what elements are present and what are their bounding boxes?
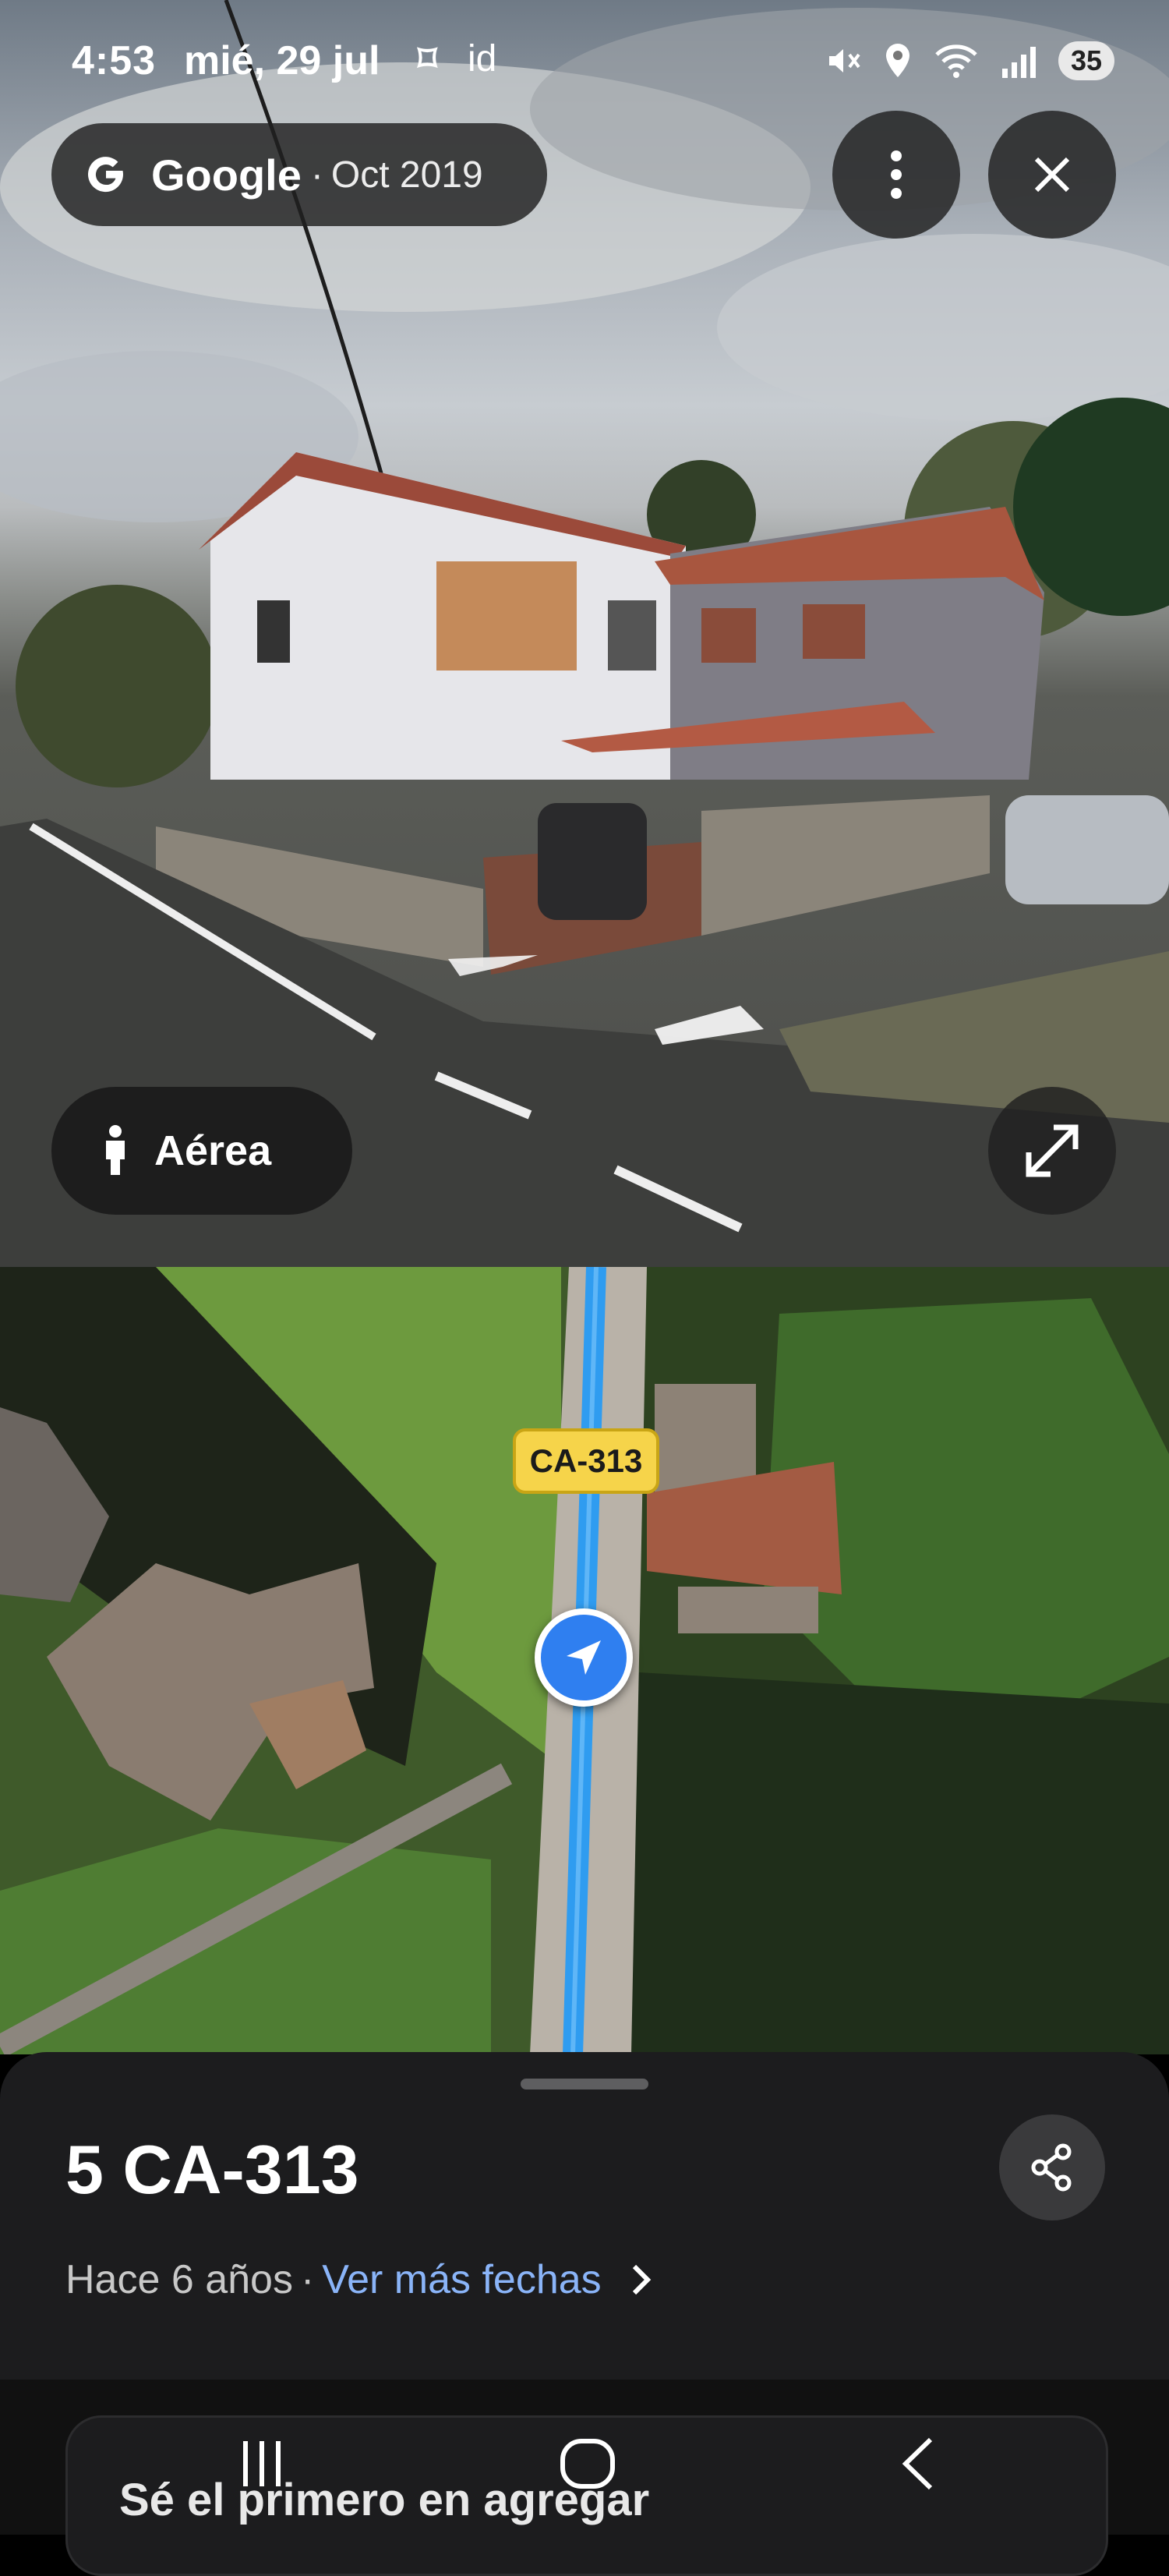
status-time: 4:53 — [72, 38, 157, 83]
back-icon — [902, 2437, 933, 2490]
imagery-brand: Google — [151, 150, 302, 200]
drag-handle[interactable] — [521, 2079, 648, 2089]
mute-icon — [828, 49, 860, 73]
expand-button[interactable] — [988, 1087, 1116, 1215]
more-dates-link[interactable]: Ver más fechas — [322, 2256, 601, 2303]
imagery-date: Oct 2019 — [330, 154, 483, 196]
wifi-icon — [935, 44, 977, 78]
status-extra: id — [468, 38, 497, 80]
place-bottom-sheet[interactable]: 5 CA-313 Hace 6 años · Ver más fechas — [0, 2052, 1169, 2380]
aerial-label: Aérea — [154, 1127, 272, 1174]
imagery-age: Hace 6 años — [65, 2257, 293, 2302]
home-icon — [560, 2439, 615, 2489]
more-options-button[interactable] — [832, 111, 960, 239]
current-location-marker[interactable] — [535, 1608, 633, 1707]
status-bar: 4:53 mié, 29 jul ⌑ id 35 — [0, 23, 1169, 101]
recents-button[interactable] — [215, 2425, 309, 2503]
share-button[interactable] — [999, 2114, 1105, 2220]
home-button[interactable] — [541, 2425, 634, 2503]
signal-icon — [1001, 47, 1036, 78]
back-button[interactable] — [871, 2425, 965, 2503]
status-date: mié, 29 jul — [184, 38, 380, 83]
battery-level: 35 — [1058, 41, 1114, 80]
google-g-icon — [88, 157, 123, 193]
place-title: 5 CA-313 — [65, 2131, 359, 2208]
chevron-right-icon[interactable] — [631, 2263, 652, 2296]
close-icon — [1034, 157, 1070, 193]
imagery-separator: · — [310, 154, 323, 196]
more-vert-icon — [891, 150, 902, 199]
expand-icon — [1026, 1124, 1079, 1177]
pedestrian-icon — [106, 1125, 125, 1175]
close-button[interactable] — [988, 111, 1116, 239]
recents-icon — [243, 2441, 281, 2486]
imagery-date-row: Hace 6 años · Ver más fechas — [65, 2256, 652, 2303]
location-icon — [885, 44, 909, 77]
row-separator: · — [300, 2257, 315, 2302]
share-icon — [1031, 2143, 1072, 2192]
status-icons: 35 — [825, 37, 1114, 84]
navigation-arrow-icon — [567, 1640, 601, 1675]
imagery-source-pill[interactable]: Google · Oct 2019 — [51, 123, 547, 226]
road-shield: CA-313 — [513, 1428, 659, 1494]
aerial-view-button[interactable]: Aérea — [51, 1087, 352, 1215]
screenshot-indicator-icon: ⌑ — [418, 39, 437, 80]
